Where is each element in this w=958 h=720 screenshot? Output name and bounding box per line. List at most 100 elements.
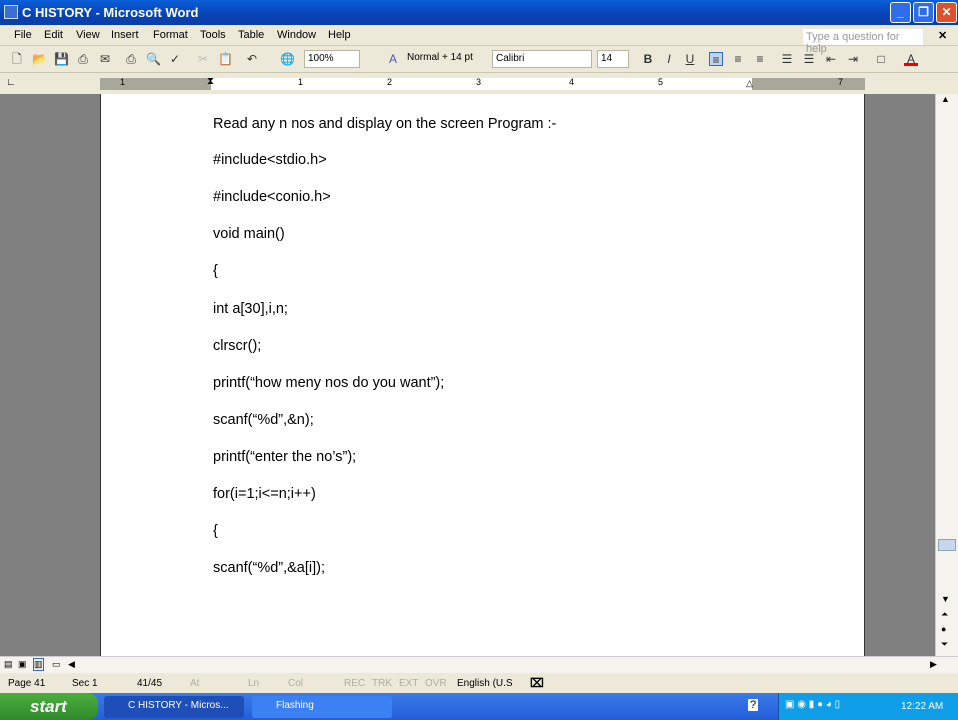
undo-icon[interactable]: ↶ [245, 52, 259, 66]
scroll-left-icon[interactable]: ◀ [68, 659, 75, 670]
doc-line: printf(“enter the no’s”); [213, 449, 357, 465]
taskbar-item-word[interactable]: C HISTORY - Micros... [104, 696, 244, 718]
increase-indent-icon[interactable]: ⇥ [846, 52, 860, 66]
status-trk[interactable]: TRK [372, 678, 392, 689]
ruler-mark: 5 [658, 77, 664, 87]
status-bar: Page 41 Sec 1 41/45 At Ln Col REC TRK EX… [0, 674, 958, 693]
menu-view[interactable]: View [76, 29, 100, 41]
spelling-icon[interactable]: ✓ [168, 52, 182, 66]
doc-line: printf(“how meny nos do you want”); [213, 375, 445, 391]
zoom-select[interactable]: 100% [304, 50, 360, 68]
normal-view-icon[interactable]: ▤ [4, 659, 13, 670]
open-icon[interactable]: 📂 [32, 52, 47, 66]
doc-line: { [213, 263, 218, 279]
font-select[interactable]: Calibri [492, 50, 592, 68]
status-rec[interactable]: REC [344, 678, 365, 689]
status-col: Col [288, 678, 304, 689]
print-view-icon[interactable]: ▥ [33, 658, 44, 671]
help-search-input[interactable]: Type a question for help [803, 29, 923, 55]
permission-icon[interactable]: ⎙ [76, 52, 90, 66]
menu-file[interactable]: File [14, 29, 32, 41]
taskbar-item-label: C HISTORY - Micros... [128, 700, 229, 711]
print-preview-icon[interactable]: 🔍 [146, 52, 161, 66]
title-bar: C HISTORY - Microsoft Word _ ❐ ✕ [0, 0, 958, 25]
status-ovr[interactable]: OVR [425, 678, 447, 689]
doc-line: { [213, 523, 218, 539]
ruler-mark: 2 [387, 77, 393, 87]
status-ext[interactable]: EXT [399, 678, 418, 689]
reading-view-icon[interactable]: ▭ [52, 659, 61, 670]
close-button[interactable]: ✕ [936, 2, 957, 23]
menu-table[interactable]: Table [238, 29, 264, 41]
horizontal-scrollbar[interactable]: ▤ ▣ ▥ ▭ ◀ ▶ [0, 656, 958, 673]
scroll-up-icon[interactable]: ▲ [941, 94, 950, 104]
status-section: Sec 1 [72, 678, 98, 689]
start-label: start [30, 697, 67, 716]
hyperlink-icon[interactable]: 🌐 [280, 52, 295, 66]
status-ln: Ln [248, 678, 260, 689]
bullets-icon[interactable]: ☰ [802, 52, 816, 66]
style-select[interactable]: Normal + 14 pt [404, 50, 489, 68]
menu-edit[interactable]: Edit [44, 29, 63, 41]
web-view-icon[interactable]: ▣ [18, 659, 27, 670]
menu-insert[interactable]: Insert [111, 29, 139, 41]
align-center-icon[interactable]: ≡ [731, 52, 745, 66]
ruler-mark: 3 [476, 77, 482, 87]
underline-button[interactable]: U [683, 52, 697, 66]
border-icon[interactable]: □ [874, 52, 888, 66]
menu-help[interactable]: Help [328, 29, 351, 41]
doc-line: #include<conio.h> [213, 189, 331, 205]
ruler-mark: 1 [298, 77, 304, 87]
browse-object-icon[interactable]: ● [941, 624, 946, 634]
decrease-indent-icon[interactable]: ⇤ [824, 52, 838, 66]
taskbar: start C HISTORY - Micros... Flashing ? ▣… [0, 693, 958, 720]
doc-line: for(i=1;i<=n;i++) [213, 486, 316, 502]
print-icon[interactable]: ⎙ [124, 52, 138, 66]
new-icon[interactable]: 🗋 [10, 52, 24, 66]
font-size-select[interactable]: 14 [597, 50, 629, 68]
menu-bar: File Edit View Insert Format Tools Table… [0, 25, 958, 55]
menu-format[interactable]: Format [153, 29, 188, 41]
spelling-status-icon[interactable]: ⌧ [530, 676, 544, 690]
help-tray-icon[interactable]: ? [748, 699, 759, 711]
status-page: Page 41 [8, 678, 46, 689]
scroll-right-icon[interactable]: ▶ [930, 659, 937, 670]
font-color-icon[interactable]: A [904, 52, 918, 66]
indent-marker[interactable]: ⧗ [207, 76, 214, 87]
tab-selector-icon[interactable]: ∟ [6, 77, 16, 88]
document-page[interactable]: Read any n nos and display on the screen… [100, 94, 865, 656]
right-indent-marker[interactable]: △ [746, 78, 753, 89]
restore-button[interactable]: ❐ [913, 2, 934, 23]
save-icon[interactable]: 💾 [54, 52, 69, 66]
scroll-thumb[interactable] [938, 539, 956, 551]
taskbar-item-label: Flashing [276, 700, 314, 711]
bold-button[interactable]: B [641, 52, 655, 66]
close-doc-icon[interactable]: ✕ [938, 29, 947, 42]
prev-page-icon[interactable]: ⏶ [941, 609, 948, 620]
styles-icon[interactable]: A [386, 52, 400, 66]
status-pages: 41/45 [137, 678, 163, 689]
ruler-mark: 4 [569, 77, 575, 87]
system-tray: ▣ ◉ ▮ ● ◕ ▯ 12:22 AM [778, 693, 958, 720]
doc-line: scanf(“%d”,&n); [213, 412, 314, 428]
menu-window[interactable]: Window [277, 29, 316, 41]
status-language[interactable]: English (U.S [457, 678, 513, 689]
start-button[interactable]: start [0, 693, 98, 720]
next-page-icon[interactable]: ⏷ [941, 639, 948, 650]
cut-icon[interactable]: ✂ [196, 52, 210, 66]
taskbar-item-flashing[interactable]: Flashing [252, 696, 392, 718]
scroll-down-icon[interactable]: ▼ [941, 594, 950, 604]
doc-line: #include<stdio.h> [213, 152, 327, 168]
tray-icons[interactable]: ▣ ◉ ▮ ● ◕ ▯ [785, 699, 840, 710]
paste-icon[interactable]: 📋 [218, 52, 233, 66]
email-icon[interactable]: ✉ [98, 52, 112, 66]
italic-button[interactable]: I [662, 52, 676, 66]
align-right-icon[interactable]: ≡ [753, 52, 767, 66]
align-left-icon[interactable]: ≡ [709, 52, 723, 67]
doc-line: void main() [213, 226, 285, 242]
clock: 12:22 AM [901, 701, 944, 712]
vertical-scrollbar[interactable]: ▲ ▼ ⏶ ● ⏷ [935, 94, 958, 656]
minimize-button[interactable]: _ [890, 2, 911, 23]
menu-tools[interactable]: Tools [200, 29, 226, 41]
numbering-icon[interactable]: ☰ [780, 52, 794, 66]
